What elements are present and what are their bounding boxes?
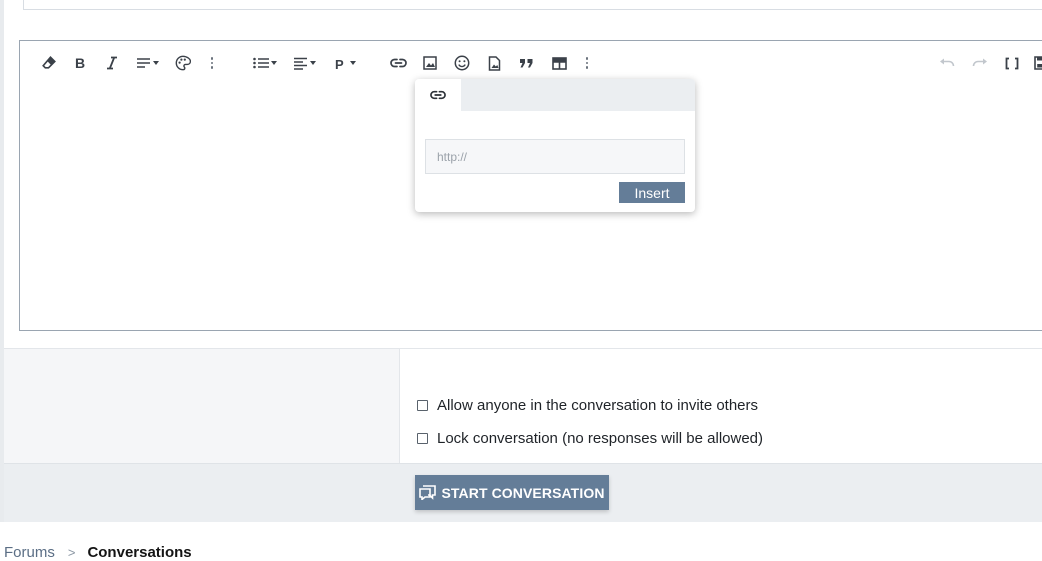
popup-tab-bar [415,79,695,111]
link-icon [430,90,446,100]
list-icon[interactable] [250,52,280,74]
allow-invite-label: Allow anyone in the conversation to invi… [437,397,758,414]
breadcrumb-conversations[interactable]: Conversations [87,544,191,561]
start-conversation-button[interactable]: START CONVERSATION [415,475,609,510]
save-draft-icon[interactable] [1033,52,1042,74]
link-insert-popup: Insert [415,79,695,212]
chevron-down-icon [271,61,277,65]
svg-text:B: B [75,56,85,70]
italic-icon[interactable] [105,52,119,74]
bold-icon[interactable]: B [73,52,87,74]
more-text-icon[interactable] [208,52,216,74]
alignment-icon[interactable] [289,52,319,74]
chevron-down-icon [350,61,356,65]
breadcrumb-forums[interactable]: Forums [4,544,55,561]
paragraph-format-icon[interactable]: P [332,52,358,74]
clear-formatting-icon[interactable] [40,52,58,74]
redo-icon[interactable] [971,52,989,74]
lock-conversation-label: Lock conversation (no responses will be … [437,430,763,447]
url-input[interactable] [425,139,685,174]
chevron-down-icon [310,61,316,65]
link-icon[interactable] [389,52,407,74]
lock-conversation-option[interactable]: Lock conversation (no responses will be … [417,430,763,447]
insert-button[interactable]: Insert [619,182,685,203]
text-align-icon[interactable] [133,52,161,74]
bb-code-icon[interactable] [1004,52,1020,74]
form-submit-bar: START CONVERSATION [4,463,1042,522]
previous-section-box [23,0,1042,10]
popup-tab-link[interactable] [415,79,461,111]
lock-conversation-checkbox[interactable] [417,433,428,444]
chevron-down-icon [153,61,159,65]
more-insert-icon[interactable] [583,52,591,74]
previous-section [4,0,1042,10]
allow-invite-checkbox[interactable] [417,400,428,411]
breadcrumb-separator: > [68,545,76,560]
conversation-options: Allow anyone in the conversation to invi… [4,348,1042,464]
allow-invite-option[interactable]: Allow anyone in the conversation to invi… [417,397,758,414]
breadcrumb: Forums > Conversations [4,544,192,561]
undo-icon[interactable] [938,52,956,74]
text-color-icon[interactable] [174,52,192,74]
image-icon[interactable] [422,52,438,74]
quote-icon[interactable] [517,52,535,74]
svg-text:P: P [335,57,344,70]
media-icon[interactable] [486,52,502,74]
options-label-column [4,349,400,464]
conversation-icon [419,485,436,500]
start-conversation-label: START CONVERSATION [441,485,604,501]
table-icon[interactable] [550,52,568,74]
emoji-icon[interactable] [453,52,471,74]
